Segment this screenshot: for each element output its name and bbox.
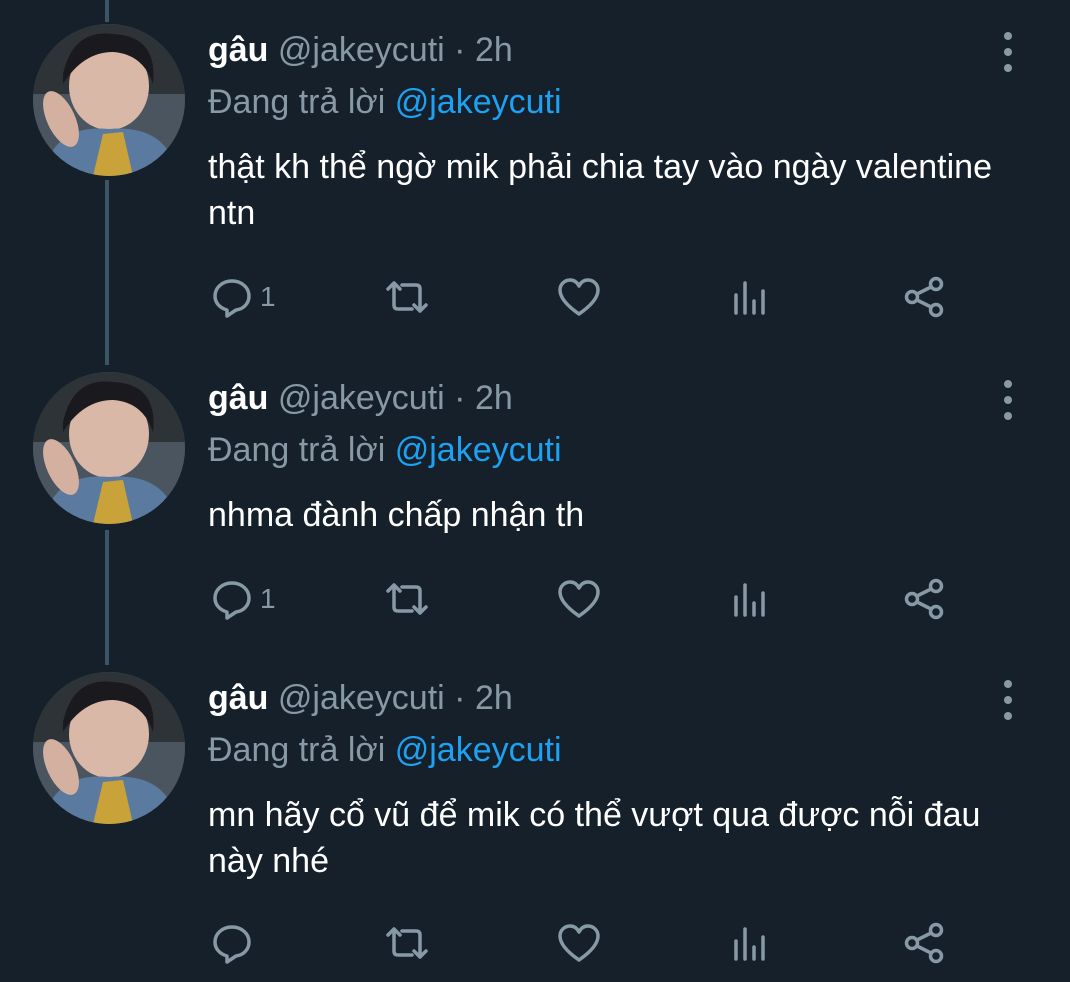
timestamp[interactable]: 2h	[475, 679, 513, 717]
reply-button[interactable]: 1	[210, 272, 276, 322]
avatar-image	[33, 372, 185, 524]
replying-prefix: Đang trả lời	[208, 731, 386, 769]
tweet[interactable]: gâu @jakeycuti · 2h Đang trả lời @jakeyc…	[0, 650, 1070, 982]
retweet-icon	[386, 281, 428, 313]
action-bar	[210, 918, 970, 968]
share-button[interactable]	[902, 574, 946, 624]
replying-to: Đang trả lời @jakeycuti	[208, 730, 562, 770]
action-bar: 1	[210, 574, 970, 624]
replying-to: Đang trả lời @jakeycuti	[208, 430, 562, 470]
tweet-text: nhma đành chấp nhận th	[208, 496, 585, 534]
replying-prefix: Đang trả lời	[208, 431, 386, 469]
tweet-header: gâu @jakeycuti · 2h	[208, 378, 513, 418]
display-name[interactable]: gâu	[208, 31, 268, 69]
heart-icon	[558, 924, 600, 962]
separator-dot: ·	[454, 379, 466, 417]
retweet-button[interactable]	[382, 574, 438, 624]
display-name[interactable]: gâu	[208, 379, 268, 417]
action-bar: 1	[210, 272, 970, 322]
more-vertical-icon[interactable]	[1000, 678, 1016, 722]
share-icon	[904, 578, 944, 620]
analytics-button[interactable]	[730, 272, 770, 322]
display-name[interactable]: gâu	[208, 679, 268, 717]
avatar-image	[33, 672, 185, 824]
reply-button[interactable]: 1	[210, 574, 276, 624]
like-button[interactable]	[556, 918, 608, 968]
tweet[interactable]: gâu @jakeycuti · 2h Đang trả lời @jakeyc…	[0, 350, 1070, 650]
avatar-image	[33, 24, 185, 176]
tweet-header: gâu @jakeycuti · 2h	[208, 30, 513, 70]
analytics-button[interactable]	[730, 918, 770, 968]
mention-link[interactable]: @jakeycuti	[395, 83, 562, 121]
like-button[interactable]	[556, 272, 608, 322]
more-vertical-icon[interactable]	[1000, 378, 1016, 422]
separator-dot: ·	[454, 679, 466, 717]
replying-prefix: Đang trả lời	[208, 83, 386, 121]
retweet-icon	[386, 927, 428, 959]
avatar[interactable]	[33, 24, 185, 176]
user-handle[interactable]: @jakeycuti	[278, 679, 445, 717]
tweet-text: mn hãy cổ vũ để mik có thể vượt qua được…	[208, 796, 981, 880]
retweet-button[interactable]	[382, 918, 438, 968]
reply-icon	[213, 581, 251, 620]
user-handle[interactable]: @jakeycuti	[278, 379, 445, 417]
tweet-header: gâu @jakeycuti · 2h	[208, 678, 513, 718]
share-icon	[904, 922, 944, 964]
avatar[interactable]	[33, 672, 185, 824]
replying-to: Đang trả lời @jakeycuti	[208, 82, 562, 122]
reply-count: 1	[260, 583, 276, 614]
share-button[interactable]	[902, 272, 946, 322]
like-button[interactable]	[556, 574, 608, 624]
mention-link[interactable]: @jakeycuti	[395, 731, 562, 769]
tweet[interactable]: gâu @jakeycuti · 2h Đang trả lời @jakeyc…	[0, 0, 1070, 340]
retweet-icon	[386, 583, 428, 615]
heart-icon	[558, 580, 600, 618]
separator-dot: ·	[454, 31, 466, 69]
timestamp[interactable]: 2h	[475, 379, 513, 417]
analytics-icon	[734, 927, 765, 961]
avatar[interactable]	[33, 372, 185, 524]
analytics-button[interactable]	[730, 574, 770, 624]
user-handle[interactable]: @jakeycuti	[278, 31, 445, 69]
timestamp[interactable]: 2h	[475, 31, 513, 69]
mention-link[interactable]: @jakeycuti	[395, 431, 562, 469]
analytics-icon	[734, 583, 765, 617]
reply-count: 1	[260, 281, 276, 312]
reply-button[interactable]	[210, 918, 260, 968]
analytics-icon	[734, 281, 765, 315]
reply-icon	[213, 279, 251, 318]
more-vertical-icon[interactable]	[1000, 30, 1016, 74]
retweet-button[interactable]	[382, 272, 438, 322]
share-button[interactable]	[902, 918, 946, 968]
tweet-text: thật kh thể ngờ mik phải chia tay vào ng…	[208, 148, 992, 232]
reply-icon	[213, 925, 251, 964]
heart-icon	[558, 278, 600, 316]
share-icon	[904, 276, 944, 318]
